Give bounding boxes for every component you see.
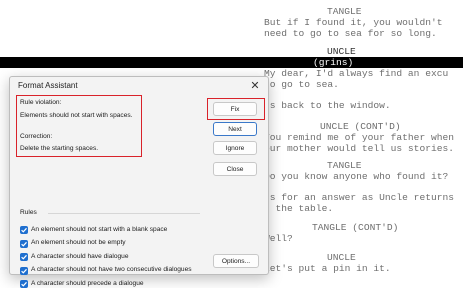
character-name: UNCLE [327,252,356,263]
script-line: ns back to the window. [264,100,391,111]
script-line: Do you know anyone who found it? [264,171,449,182]
script-line: You remind me of your father when [264,132,454,143]
script-line: s the table. [264,203,334,214]
character-name: TANGLE [327,160,362,171]
rule-checkbox[interactable] [20,239,28,248]
ignore-button[interactable]: Ignore [213,141,257,155]
close-icon[interactable]: ✕ [248,79,262,93]
rule-label: A character should not have two consecut… [31,266,192,273]
checkmark-icon [21,254,27,260]
script-line: My dear, I'd always find an excu [264,68,449,79]
selected-parenthetical[interactable]: (grins) [0,57,463,68]
character-name: TANGLE (CONT'D) [312,222,399,233]
format-assistant-dialog: Format Assistant ✕ Rule violation: Eleme… [9,76,269,288]
character-name: UNCLE (CONT'D) [320,121,401,132]
rule-violation-label: Rule violation: [20,99,62,106]
checkmark-icon [21,227,27,233]
rule-checkbox[interactable] [20,280,28,288]
next-button[interactable]: Next [213,122,257,136]
close-button[interactable]: Close [213,162,257,176]
dialogue-line: But if I found it, you wouldn't [264,17,443,28]
script-line: our mother would tell us stories. [264,143,454,154]
rule-checkbox[interactable] [20,226,28,234]
dialogue-line: need to go to sea for so long. [264,28,437,39]
correction-text: Delete the starting spaces. [20,145,99,152]
dialog-title: Format Assistant [18,81,78,90]
fix-button[interactable]: Fix [213,102,257,116]
script-line: to go to sea. [264,79,339,90]
rule-checkbox[interactable] [20,253,28,261]
checkmark-icon [21,281,27,287]
rule-label: An element should not start with a blank… [31,225,168,233]
options-button[interactable]: Options... [213,254,259,268]
rule-label: An element should not be empty [31,239,126,246]
rule-violation-text: Elements should not start with spaces. [20,112,133,119]
parenthetical-text: (grins) [313,57,354,68]
script-line: Let's put a pin in it. [264,263,391,274]
rule-label: A character should have dialogue [31,252,129,260]
rules-divider [48,213,200,214]
checkmark-icon [21,241,27,247]
rules-label: Rules [20,209,37,216]
rule-label: A character should precede a dialogue [31,279,144,287]
character-name: TANGLE [327,6,362,17]
script-line: ts for an answer as Uncle returns [264,192,454,203]
checkmark-icon [21,268,27,274]
rule-checkbox[interactable] [20,266,28,275]
correction-label: Correction: [20,133,53,140]
dialog-titlebar[interactable]: Format Assistant ✕ [10,77,268,95]
character-name: UNCLE [327,46,356,57]
